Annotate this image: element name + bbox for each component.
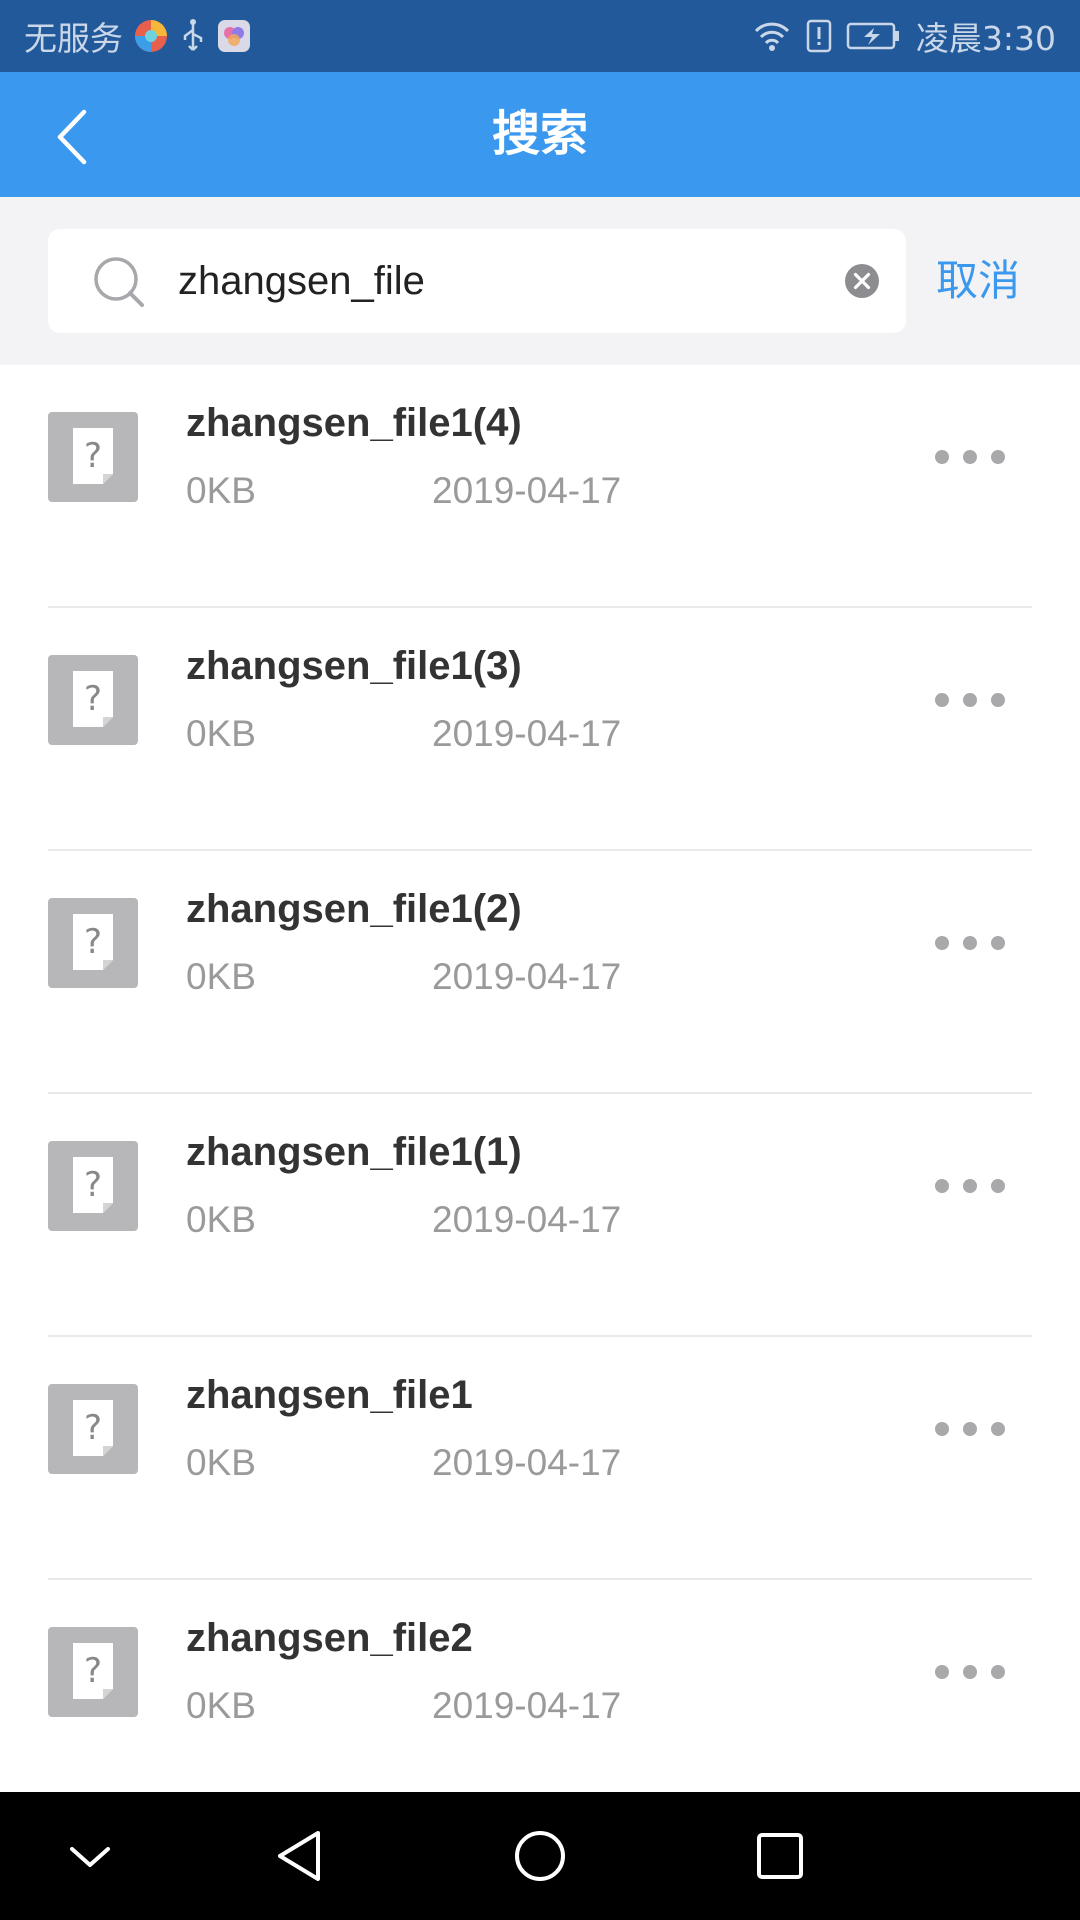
file-row[interactable]: ? zhangsen_file1 0KB 2019-04-17 — [0, 1337, 1080, 1580]
wifi-icon — [752, 19, 792, 53]
status-left: 无服务 — [24, 0, 251, 72]
file-name: zhangsen_file1(3) — [186, 644, 522, 688]
file-list: ? zhangsen_file1(4) 0KB 2019-04-17 ? zha… — [0, 365, 1080, 1823]
clear-icon[interactable] — [844, 263, 880, 299]
file-name: zhangsen_file2 — [186, 1616, 473, 1660]
status-right: 凌晨3:30 — [752, 0, 1056, 72]
nav-bar — [0, 1792, 1080, 1920]
unknown-file-icon: ? — [48, 655, 138, 745]
file-date: 2019-04-17 — [432, 470, 622, 511]
chevron-left-icon — [57, 109, 87, 165]
unknown-file-icon: ? — [48, 412, 138, 502]
file-size: 0KB — [186, 1442, 256, 1483]
svg-text:?: ? — [84, 1651, 102, 1691]
file-row[interactable]: ? zhangsen_file1(3) 0KB 2019-04-17 — [0, 608, 1080, 851]
file-name: zhangsen_file1(1) — [186, 1130, 522, 1174]
file-name: zhangsen_file1(4) — [186, 401, 522, 445]
usb-icon — [179, 18, 207, 54]
page-title: 搜索 — [491, 106, 588, 162]
recents-square-icon[interactable] — [740, 1816, 820, 1896]
more-options-icon[interactable] — [930, 1164, 1010, 1208]
file-size: 0KB — [186, 956, 256, 997]
file-name: zhangsen_file1(2) — [186, 887, 522, 931]
title-bar: 搜索 — [0, 72, 1080, 197]
file-size: 0KB — [186, 713, 256, 754]
more-options-icon[interactable] — [930, 921, 1010, 965]
search-icon — [94, 257, 144, 307]
cancel-button[interactable]: 取消 — [936, 229, 1020, 333]
file-row[interactable]: ? zhangsen_file2 0KB 2019-04-17 — [0, 1580, 1080, 1823]
more-options-icon[interactable] — [930, 1407, 1010, 1451]
more-options-icon[interactable] — [930, 435, 1010, 479]
search-area: 取消 — [0, 197, 1080, 365]
unknown-file-icon: ? — [48, 898, 138, 988]
file-row[interactable]: ? zhangsen_file1(2) 0KB 2019-04-17 — [0, 851, 1080, 1094]
search-input[interactable] — [178, 229, 858, 333]
svg-text:?: ? — [84, 1165, 102, 1205]
unknown-file-icon: ? — [48, 1384, 138, 1474]
file-date: 2019-04-17 — [432, 713, 622, 754]
alert-icon — [806, 19, 832, 53]
status-bar: 无服务 凌晨3:30 — [0, 0, 1080, 72]
file-date: 2019-04-17 — [432, 1199, 622, 1240]
svg-text:?: ? — [84, 1408, 102, 1448]
file-row[interactable]: ? zhangsen_file1(1) 0KB 2019-04-17 — [0, 1094, 1080, 1337]
app-icon — [217, 19, 251, 53]
back-triangle-icon[interactable] — [260, 1816, 340, 1896]
svg-text:?: ? — [84, 922, 102, 962]
unknown-file-icon: ? — [48, 1141, 138, 1231]
file-date: 2019-04-17 — [432, 1685, 622, 1726]
carrier-text: 无服务 — [24, 19, 123, 58]
clock-text: 凌晨3:30 — [915, 19, 1056, 58]
back-button[interactable] — [40, 102, 110, 172]
browser-app-icon — [133, 18, 169, 54]
file-name: zhangsen_file1 — [186, 1373, 473, 1417]
unknown-file-icon: ? — [48, 1627, 138, 1717]
home-circle-icon[interactable] — [500, 1816, 580, 1896]
file-size: 0KB — [186, 470, 256, 511]
collapse-icon[interactable] — [50, 1816, 130, 1896]
more-options-icon[interactable] — [930, 678, 1010, 722]
file-row[interactable]: ? zhangsen_file1(4) 0KB 2019-04-17 — [0, 365, 1080, 608]
file-size: 0KB — [186, 1199, 256, 1240]
search-box[interactable] — [48, 229, 906, 333]
battery-charging-icon — [846, 21, 902, 51]
more-options-icon[interactable] — [930, 1650, 1010, 1694]
svg-text:?: ? — [84, 679, 102, 719]
file-size: 0KB — [186, 1685, 256, 1726]
svg-text:?: ? — [84, 436, 102, 476]
file-date: 2019-04-17 — [432, 956, 622, 997]
file-date: 2019-04-17 — [432, 1442, 622, 1483]
